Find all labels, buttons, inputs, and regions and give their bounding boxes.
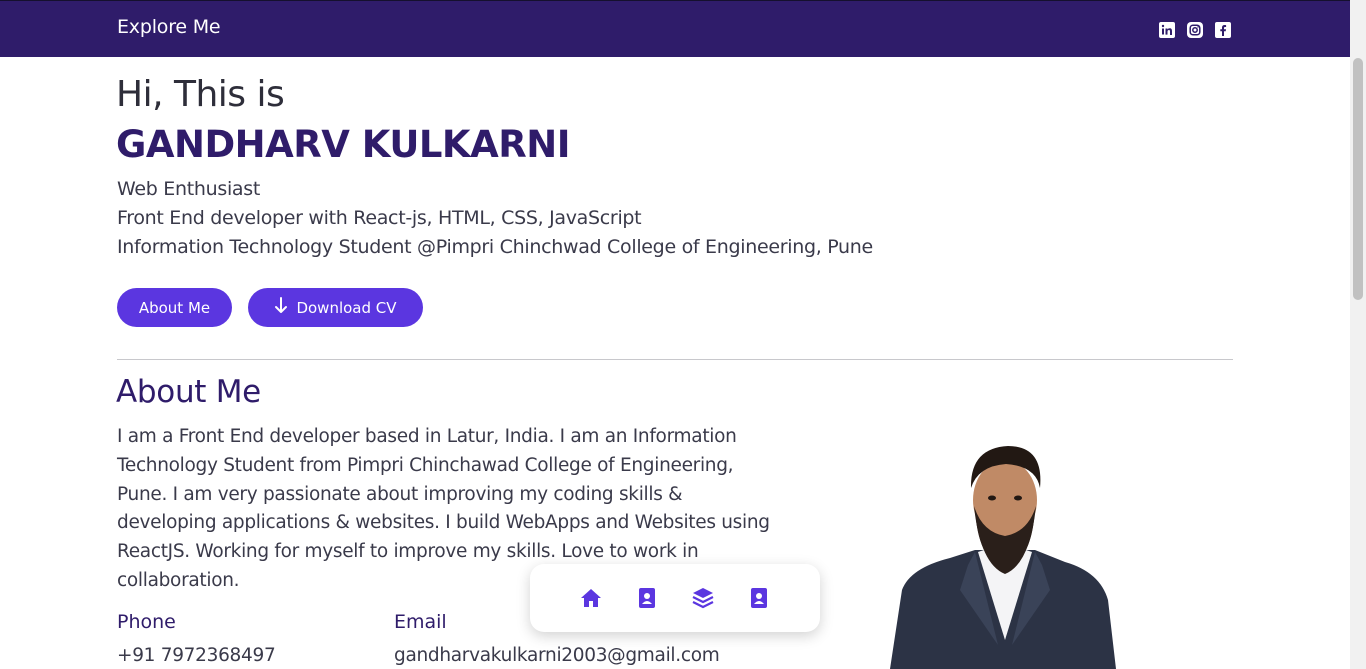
brand-logo[interactable]: Explore Me	[117, 16, 221, 38]
contact-book-icon[interactable]	[748, 587, 770, 609]
home-icon[interactable]	[580, 587, 602, 609]
instagram-icon[interactable]	[1187, 22, 1203, 38]
section-divider	[117, 359, 1233, 360]
hero-name: GANDHARV KULKARNI	[116, 123, 570, 166]
email-value[interactable]: gandharvakulkarni2003@gmail.com	[394, 645, 720, 666]
hero-tagline: Web Enthusiast	[117, 178, 261, 200]
about-me-button-label: About Me	[138, 298, 211, 317]
about-title: About Me	[116, 374, 261, 410]
hero-greeting: Hi, This is	[116, 74, 285, 115]
profile-photo	[890, 446, 1116, 669]
social-links	[1159, 22, 1231, 38]
download-cv-button[interactable]: Download CV	[248, 288, 423, 327]
navbar: Explore Me	[0, 0, 1350, 57]
scrollbar-thumb[interactable]	[1353, 58, 1363, 300]
linkedin-icon[interactable]	[1159, 22, 1175, 38]
page-scrollbar[interactable]	[1350, 0, 1366, 669]
phone-value: +91 7972368497	[117, 645, 276, 666]
phone-label: Phone	[117, 611, 176, 633]
download-icon	[274, 296, 288, 319]
hero-education: Information Technology Student @Pimpri C…	[117, 236, 873, 258]
download-cv-button-label: Download CV	[296, 298, 397, 317]
layers-icon[interactable]	[692, 587, 714, 609]
contact-book-icon[interactable]	[636, 587, 658, 609]
facebook-icon[interactable]	[1215, 22, 1231, 38]
email-label: Email	[394, 611, 447, 633]
about-me-button[interactable]: About Me	[117, 288, 232, 327]
hero-role: Front End developer with React-js, HTML,…	[117, 207, 642, 229]
bottom-dock-nav	[530, 564, 820, 632]
